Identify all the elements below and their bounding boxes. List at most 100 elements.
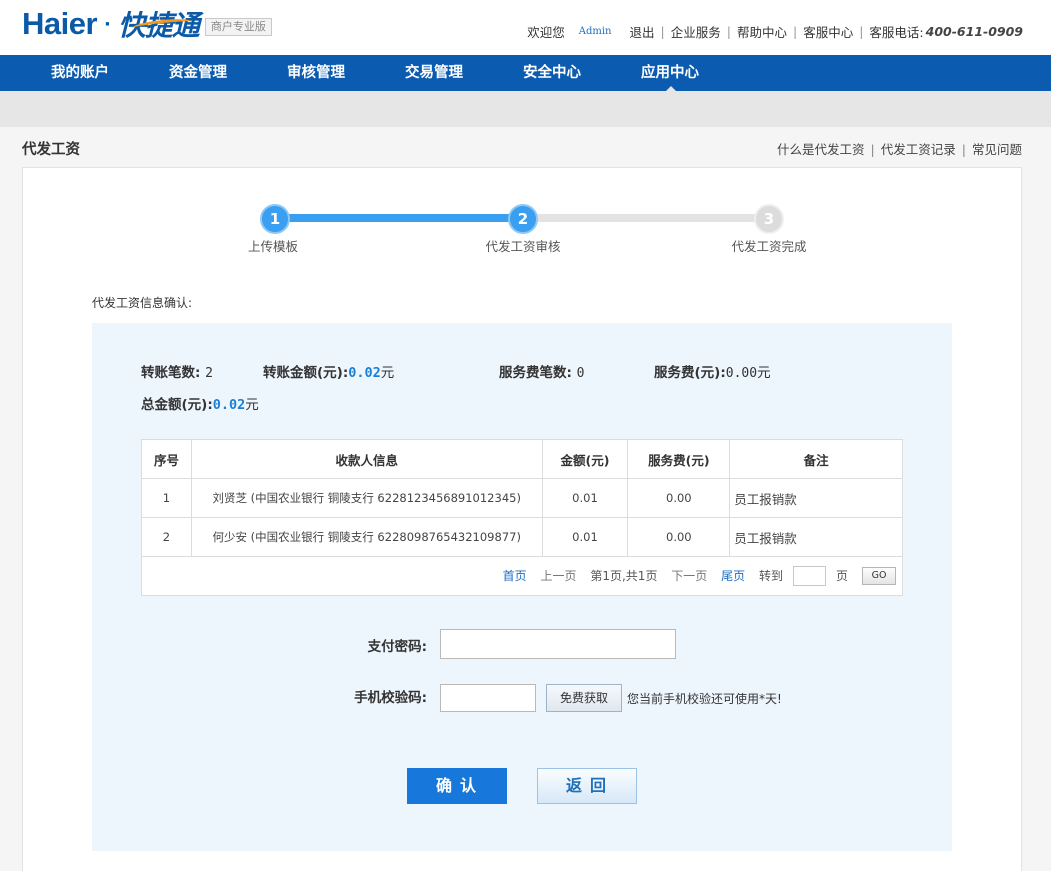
- step-3-indicator: 3: [754, 204, 784, 234]
- fee-label: 服务费(元):: [654, 365, 726, 381]
- table-row: 1 刘贤芝 (中国农业银行 铜陵支行 6228123456891012345) …: [141, 478, 903, 518]
- table-row: 2 何少安 (中国农业银行 铜陵支行 6228098765432109877) …: [141, 517, 903, 557]
- nav-item-transaction-management[interactable]: 交易管理: [376, 55, 494, 91]
- row-fee: 0.00: [627, 517, 731, 557]
- top-header: Haier · 快捷通 商户专业版 欢迎您 Admin 退出 | 企业服务 | …: [0, 0, 1051, 55]
- transfer-count-summary: 转账笔数: 2: [141, 361, 213, 381]
- row-payee: 刘贤芝 (中国农业银行 铜陵支行 6228123456891012345): [190, 478, 543, 518]
- divider: |: [660, 24, 665, 39]
- phone-label: 客服电话:: [869, 25, 924, 40]
- transfer-count-value: 2: [205, 366, 213, 381]
- enterprise-service-link[interactable]: 企业服务: [671, 22, 721, 41]
- divider: |: [792, 24, 798, 39]
- step-1-indicator: 1: [260, 204, 290, 234]
- username-link[interactable]: Admin: [579, 26, 612, 37]
- main-nav: 我的账户 资金管理 审核管理 交易管理 安全中心 应用中心: [0, 55, 1051, 91]
- column-header-amount: 金额(元): [541, 439, 629, 479]
- prev-page-link[interactable]: 上一页: [541, 569, 577, 583]
- payroll-records-link[interactable]: 代发工资记录: [881, 142, 956, 157]
- total-amount-summary: 总金额(元):0.02元: [141, 393, 259, 413]
- fee-count-value: 0: [576, 366, 585, 381]
- back-button[interactable]: 返回: [537, 768, 637, 804]
- row-remark: 员工报销款: [729, 517, 903, 557]
- transfer-count-label: 转账笔数:: [141, 365, 201, 381]
- payroll-table: 序号 收款人信息 金额(元) 服务费(元) 备注 1 刘贤芝 (中国农业银行 铜…: [141, 439, 903, 596]
- payment-password-input[interactable]: [440, 629, 676, 659]
- payment-password-label: 支付密码:: [367, 639, 427, 655]
- edition-badge: 商户专业版: [204, 18, 272, 36]
- fee-summary: 服务费(元):0.00元: [654, 361, 771, 381]
- goto-label: 转到: [758, 568, 783, 583]
- row-index: 2: [141, 517, 192, 557]
- confirm-section-title: 代发工资信息确认:: [92, 296, 193, 310]
- help-center-link[interactable]: 帮助中心: [737, 22, 787, 41]
- divider: |: [726, 24, 731, 39]
- brand-logo[interactable]: Haier · 快捷通 商户专业版: [22, 6, 272, 42]
- column-header-remark: 备注: [729, 439, 903, 479]
- nav-item-my-account[interactable]: 我的账户: [22, 55, 140, 91]
- row-amount: 0.01: [541, 517, 629, 557]
- table-header-row: 序号 收款人信息 金额(元) 服务费(元) 备注: [141, 439, 903, 479]
- page-unit-label: 页: [835, 568, 848, 583]
- get-sms-code-button[interactable]: 免费获取: [546, 684, 622, 712]
- divider: |: [961, 142, 966, 157]
- transfer-amount-summary: 转账金额(元):0.02元: [263, 361, 394, 381]
- column-header-fee: 服务费(元): [627, 439, 731, 479]
- currency-unit: 元: [245, 397, 259, 413]
- total-amount-value: 0.02: [212, 397, 246, 413]
- step-1-label: 上传模板: [247, 239, 298, 254]
- faq-link[interactable]: 常见问题: [972, 142, 1022, 157]
- step-2-indicator: 2: [508, 204, 538, 234]
- step-progress-done: [275, 214, 523, 222]
- row-payee: 何少安 (中国农业银行 铜陵支行 6228098765432109877): [190, 517, 543, 557]
- logout-link[interactable]: 退出: [629, 22, 654, 41]
- sms-code-input[interactable]: [440, 684, 536, 712]
- column-header-payee: 收款人信息: [190, 439, 543, 479]
- logo-dot: ·: [104, 13, 111, 35]
- row-amount: 0.01: [541, 478, 629, 518]
- nav-item-app-center[interactable]: 应用中心: [612, 55, 730, 91]
- row-remark: 员工报销款: [729, 478, 903, 518]
- total-amount-label: 总金额(元):: [141, 397, 213, 413]
- column-header-index: 序号: [141, 439, 192, 479]
- step-3-label: 代发工资完成: [731, 239, 807, 254]
- customer-center-link[interactable]: 客服中心: [803, 22, 853, 41]
- next-page-link[interactable]: 下一页: [671, 569, 707, 583]
- nav-item-fund-management[interactable]: 资金管理: [140, 55, 258, 91]
- top-links: 欢迎您 Admin 退出 | 企业服务 | 帮助中心 | 客服中心 | 客服电话…: [527, 22, 1023, 41]
- page-help-links: 什么是代发工资 | 代发工资记录 | 常见问题: [777, 139, 1022, 158]
- pagination-cell: 首页 上一页 第1页,共1页 下一页 尾页 转到 页 GO: [141, 556, 903, 596]
- pagination: 首页 上一页 第1页,共1页 下一页 尾页 转到 页 GO: [142, 566, 896, 586]
- step-2-label: 代发工资审核: [485, 239, 561, 254]
- divider: |: [859, 24, 864, 39]
- sms-tip-text: 您当前手机校验还可使用*天!: [627, 692, 782, 706]
- last-page-link[interactable]: 尾页: [721, 569, 745, 583]
- go-button[interactable]: GO: [862, 567, 896, 585]
- fee-value: 0.00: [725, 366, 758, 381]
- page-title: 代发工资: [22, 142, 80, 158]
- goto-page-input[interactable]: [792, 566, 826, 586]
- transfer-amount-value: 0.02: [348, 365, 381, 381]
- what-is-payroll-link[interactable]: 什么是代发工资: [777, 142, 865, 157]
- divider: |: [870, 142, 875, 157]
- first-page-link[interactable]: 首页: [503, 569, 527, 583]
- transfer-amount-label: 转账金额(元):: [263, 365, 349, 381]
- sms-code-label: 手机校验码:: [354, 690, 427, 706]
- confirm-button[interactable]: 确认: [407, 768, 507, 804]
- currency-unit: 元: [380, 365, 395, 381]
- welcome-text: 欢迎您: [527, 25, 565, 40]
- page-info: 第1页,共1页: [590, 568, 658, 583]
- nav-item-security-center[interactable]: 安全中心: [494, 55, 612, 91]
- nav-item-review-management[interactable]: 审核管理: [258, 55, 376, 91]
- logo-product-name: 快捷通: [117, 9, 200, 42]
- step-progress-remaining: [523, 214, 769, 222]
- pagination-row: 首页 上一页 第1页,共1页 下一页 尾页 转到 页 GO: [141, 556, 903, 596]
- logo-haier-text: Haier: [22, 6, 98, 41]
- row-index: 1: [141, 478, 192, 518]
- service-phone: 400-611-0909: [925, 24, 1023, 39]
- fee-count-summary: 服务费笔数: 0: [499, 361, 584, 381]
- currency-unit: 元: [757, 365, 771, 381]
- fee-count-label: 服务费笔数:: [499, 365, 572, 381]
- sub-nav-bar: [0, 91, 1051, 127]
- row-fee: 0.00: [627, 478, 731, 518]
